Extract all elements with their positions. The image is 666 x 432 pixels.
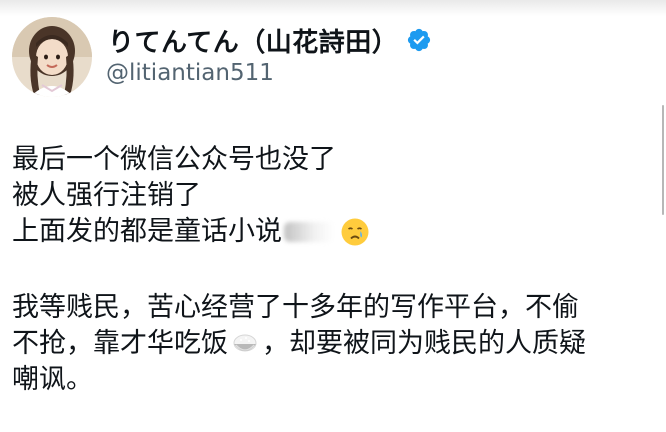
tweet-line-text: 上面发的都是童话小说 (12, 216, 282, 247)
tweet-line-text: 嘲讽。 (12, 364, 93, 395)
tweet-line: 不抢，靠才华吃饭 ，却要被同为贱民的人质疑 (12, 326, 662, 362)
profile-photo-icon (12, 17, 92, 97)
top-shadow (0, 0, 666, 16)
crying-face-icon (340, 217, 370, 247)
tweet-text: 最后一个微信公众号也没了 被人强行注销了 上面发的都是童话小说 我等贱民，苦心经… (12, 142, 662, 398)
blurred-text (284, 222, 334, 242)
rice-bowl-icon (230, 329, 260, 359)
verified-badge-icon (406, 27, 432, 53)
tweet-line-text: ，却要被同为贱民的人质疑 (262, 328, 586, 359)
tweet-line-text: 最后一个微信公众号也没了 (12, 144, 336, 175)
user-handle[interactable]: @litiantian511 (106, 60, 274, 86)
tweet-line-text: 不抢，靠才华吃饭 (12, 328, 228, 359)
tweet-line-text: 被人强行注销了 (12, 180, 201, 211)
tweet-line-text: 我等贱民，苦心经营了十多年的写作平台，不偷 (12, 292, 579, 323)
tweet-line: 嘲讽。 (12, 362, 662, 398)
scrollbar[interactable] (662, 105, 664, 215)
tweet-line: 被人强行注销了 (12, 178, 662, 214)
tweet-line: 上面发的都是童话小说 (12, 214, 662, 250)
avatar[interactable] (12, 17, 92, 97)
tweet-line: 我等贱民，苦心经营了十多年的写作平台，不偷 (12, 290, 662, 326)
name-row: りてんてん（山花詩田） (108, 22, 432, 58)
tweet-line: 最后一个微信公众号也没了 (12, 142, 662, 178)
display-name[interactable]: りてんてん（山花詩田） (108, 22, 398, 59)
